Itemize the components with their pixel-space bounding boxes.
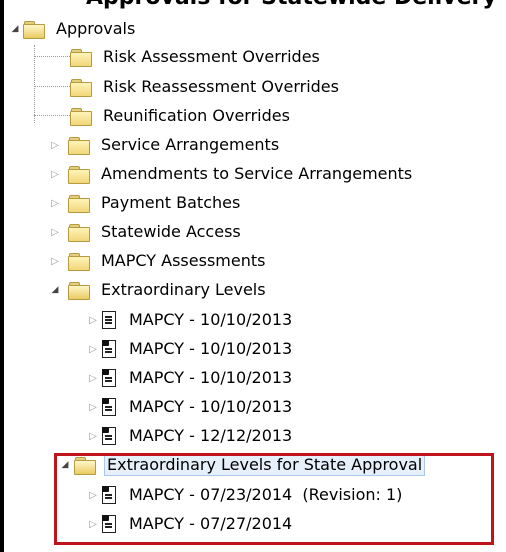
- tree-node-risk-assessment-overrides[interactable]: Risk Assessment Overrides: [70, 42, 323, 72]
- collapsed-arrow-icon[interactable]: ▷: [88, 344, 98, 355]
- collapsed-arrow-icon[interactable]: ▷: [88, 373, 98, 384]
- tree-node-mapcy-4[interactable]: ▷ MAPCY - 10/10/2013: [88, 392, 295, 422]
- folder-icon: [68, 252, 90, 271]
- folder-icon: [68, 194, 90, 213]
- window-left-border: [0, 0, 4, 552]
- locked-document-icon: [100, 397, 118, 417]
- locked-document-icon: [100, 339, 118, 359]
- folder-open-icon: [68, 281, 90, 300]
- collapsed-arrow-icon[interactable]: ▷: [50, 198, 60, 209]
- folder-icon: [70, 78, 92, 97]
- tree-node-mapcy-1[interactable]: ▷ MAPCY - 10/10/2013: [88, 305, 295, 335]
- collapsed-arrow-icon[interactable]: ▷: [88, 315, 98, 326]
- collapsed-arrow-icon[interactable]: ▷: [50, 169, 60, 180]
- folder-icon: [68, 136, 90, 155]
- tree-node-service-arrangements[interactable]: ▷ Service Arrangements: [50, 130, 282, 160]
- folder-icon: [70, 107, 92, 126]
- collapsed-arrow-icon[interactable]: ▷: [88, 431, 98, 442]
- tree-node-label: Approvals: [56, 19, 136, 38]
- tree-node-amendments[interactable]: ▷ Amendments to Service Arrangements: [50, 159, 415, 189]
- locked-document-icon: [100, 368, 118, 388]
- collapsed-arrow-icon[interactable]: ▷: [50, 140, 60, 151]
- tree-node-reunification-overrides[interactable]: Reunification Overrides: [70, 101, 293, 131]
- folder-icon: [68, 165, 90, 184]
- tree-node-mapcy-5[interactable]: ▷ MAPCY - 12/12/2013: [88, 421, 295, 451]
- tree-node-mapcy-2[interactable]: ▷ MAPCY - 10/10/2013: [88, 334, 295, 364]
- tree-node-mapcy-3[interactable]: ▷ MAPCY - 10/10/2013: [88, 363, 295, 393]
- tree-node-statewide-access[interactable]: ▷ Statewide Access: [50, 217, 244, 247]
- tree-node-mapcy-assessments[interactable]: ▷ MAPCY Assessments: [50, 246, 268, 276]
- collapsed-arrow-icon[interactable]: ▷: [50, 227, 60, 238]
- folder-icon: [68, 223, 90, 242]
- tree-node-extraordinary-levels[interactable]: ◢ Extraordinary Levels: [50, 275, 269, 305]
- cropped-title-text: Approvals for Statewide Delivery: [0, 0, 506, 10]
- expanded-arrow-icon[interactable]: ◢: [50, 285, 60, 295]
- locked-document-icon: [100, 426, 118, 446]
- folder-icon: [70, 48, 92, 67]
- highlight-annotation-box: [54, 453, 494, 545]
- tree-node-payment-batches[interactable]: ▷ Payment Batches: [50, 188, 243, 218]
- document-icon: [100, 310, 118, 330]
- collapsed-arrow-icon[interactable]: ▷: [50, 256, 60, 267]
- collapsed-arrow-icon[interactable]: ▷: [88, 402, 98, 413]
- expanded-arrow-icon[interactable]: ◢: [10, 24, 20, 34]
- tree-node-risk-reassessment-overrides[interactable]: Risk Reassessment Overrides: [70, 72, 342, 102]
- tree-node-approvals[interactable]: ◢ Approvals: [10, 14, 138, 44]
- folder-open-icon: [23, 20, 45, 39]
